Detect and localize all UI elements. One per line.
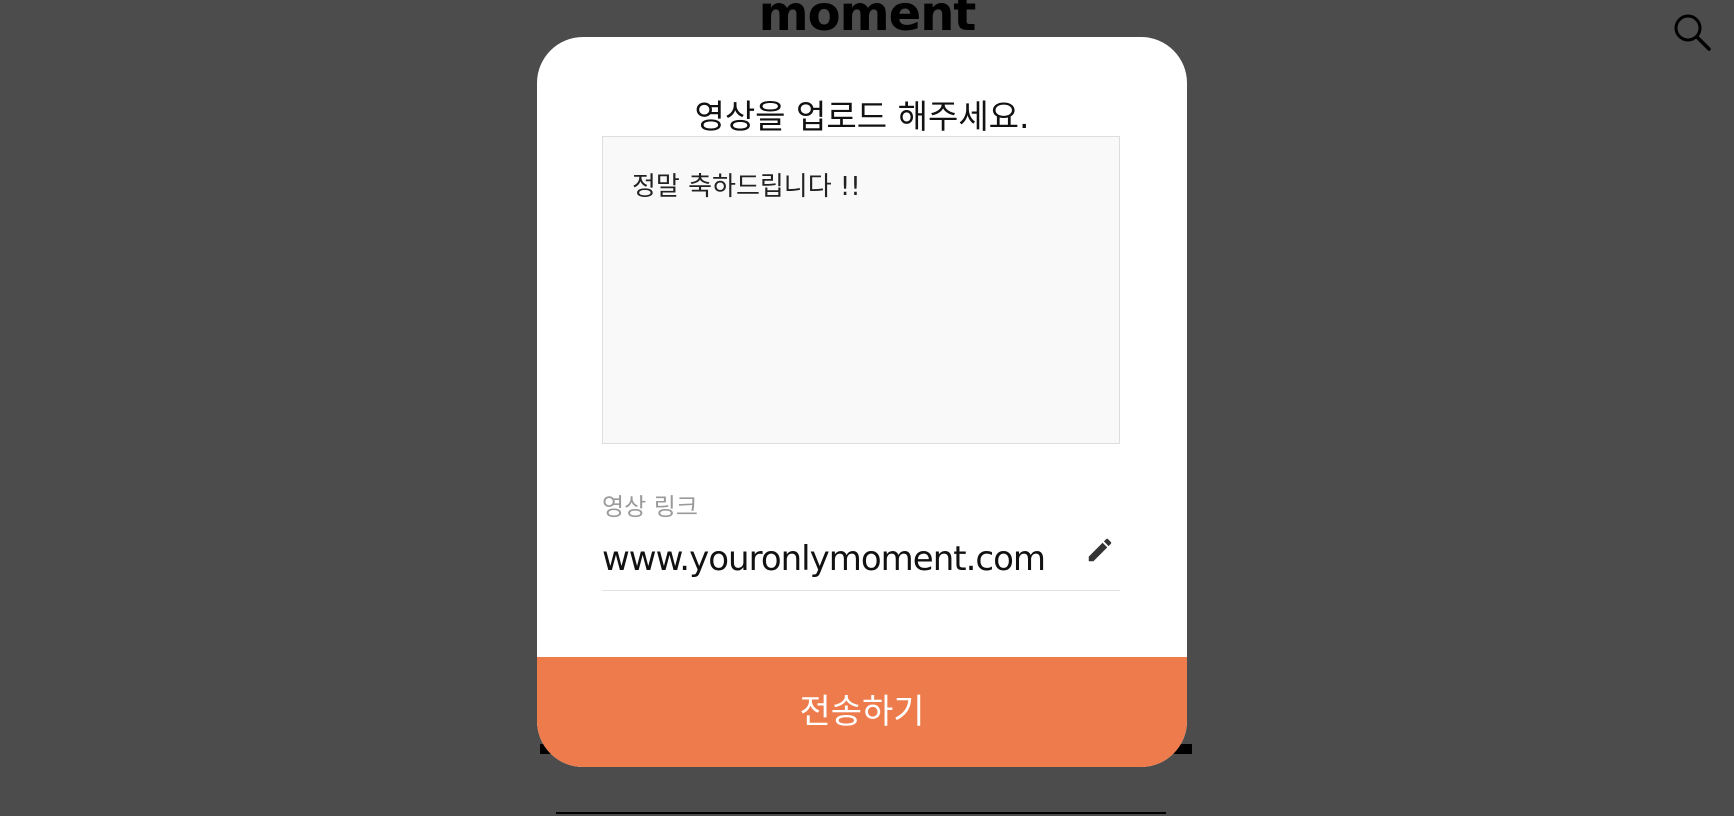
message-text: 정말 축하드립니다 !! [632, 172, 861, 202]
pencil-icon[interactable] [1085, 535, 1115, 565]
upload-video-modal: 영상을 업로드 해주세요. 정말 축하드립니다 !! 영상 링크 www.you… [537, 37, 1187, 767]
message-textarea[interactable]: 정말 축하드립니다 !! [602, 136, 1120, 444]
modal-title: 영상을 업로드 해주세요. [694, 97, 1030, 136]
video-link-label: 영상 링크 [602, 493, 698, 521]
video-link-underline [602, 590, 1120, 591]
video-link-input[interactable]: www.youronlymoment.com [602, 537, 1046, 581]
submit-button[interactable]: 전송하기 [537, 657, 1187, 767]
